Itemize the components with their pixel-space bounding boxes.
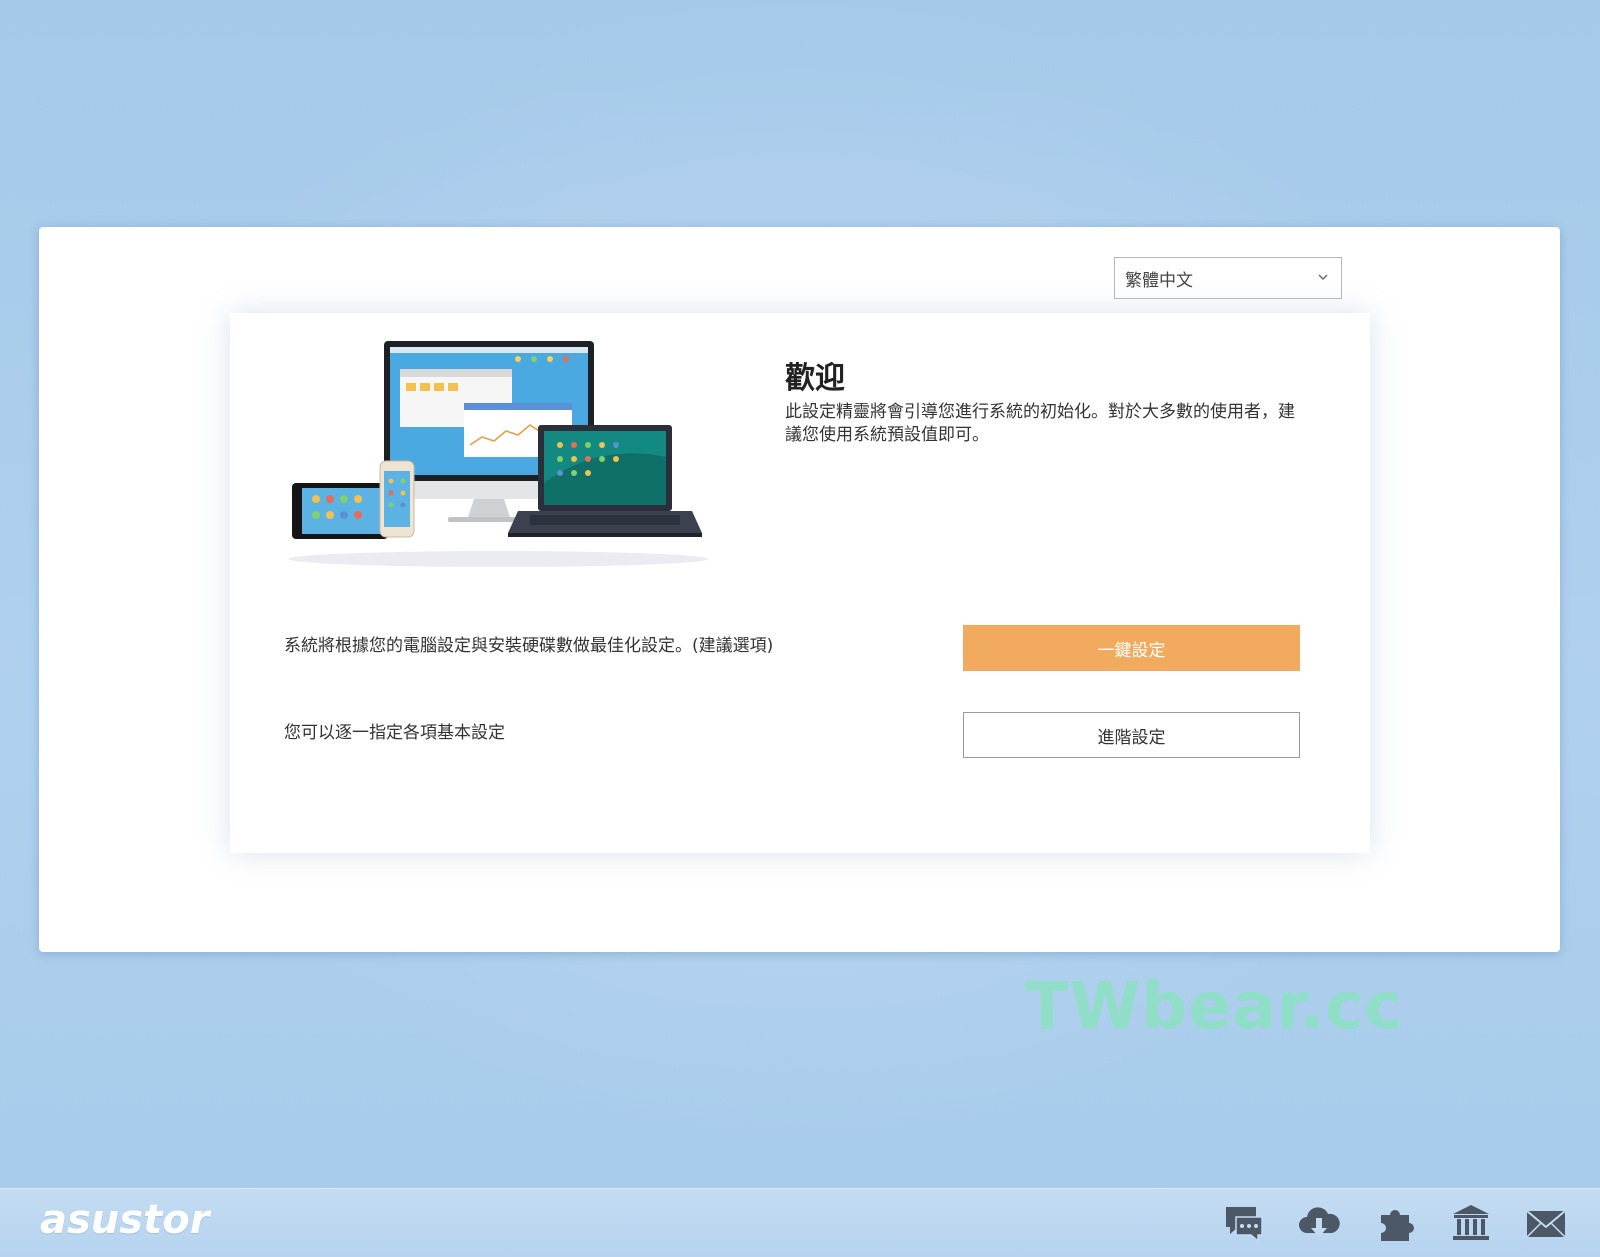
welcome-description: 此設定精靈將會引導您進行系統的初始化。對於大多數的使用者，建議您使用系統預設值即… bbox=[785, 402, 1295, 445]
phone-illustration bbox=[379, 460, 415, 538]
bank-icon[interactable] bbox=[1449, 1203, 1493, 1243]
watermark-text: TWbear.cc bbox=[1025, 970, 1404, 1044]
cloud-download-icon[interactable] bbox=[1297, 1203, 1341, 1243]
chat-icon[interactable] bbox=[1222, 1203, 1266, 1243]
devices-illustration bbox=[288, 341, 708, 567]
quick-setup-description: 系統將根據您的電腦設定與安裝硬碟數做最佳化設定。(建議選項) bbox=[284, 636, 774, 656]
quick-setup-button[interactable]: 一鍵設定 bbox=[963, 625, 1300, 671]
advanced-setup-button[interactable]: 進階設定 bbox=[963, 712, 1300, 758]
tablet-illustration bbox=[292, 483, 388, 539]
advanced-setup-description: 您可以逐一指定各項基本設定 bbox=[284, 723, 505, 743]
mail-icon[interactable] bbox=[1524, 1203, 1568, 1243]
puzzle-icon[interactable] bbox=[1373, 1203, 1417, 1243]
language-select[interactable]: 繁體中文 bbox=[1114, 257, 1342, 299]
setup-wizard-panel: 繁體中文 歡迎 此設定精靈將會引導您進行系統的初始化。對於大多數的使用者，建議您… bbox=[39, 227, 1560, 952]
language-select-value: 繁體中文 bbox=[1125, 270, 1193, 291]
chevron-down-icon bbox=[1318, 274, 1328, 280]
asustor-logo: asustor bbox=[40, 1197, 210, 1243]
welcome-card: 歡迎 此設定精靈將會引導您進行系統的初始化。對於大多數的使用者，建議您使用系統預… bbox=[230, 313, 1370, 853]
welcome-title: 歡迎 bbox=[785, 361, 845, 396]
taskbar: asustor bbox=[0, 1188, 1600, 1257]
